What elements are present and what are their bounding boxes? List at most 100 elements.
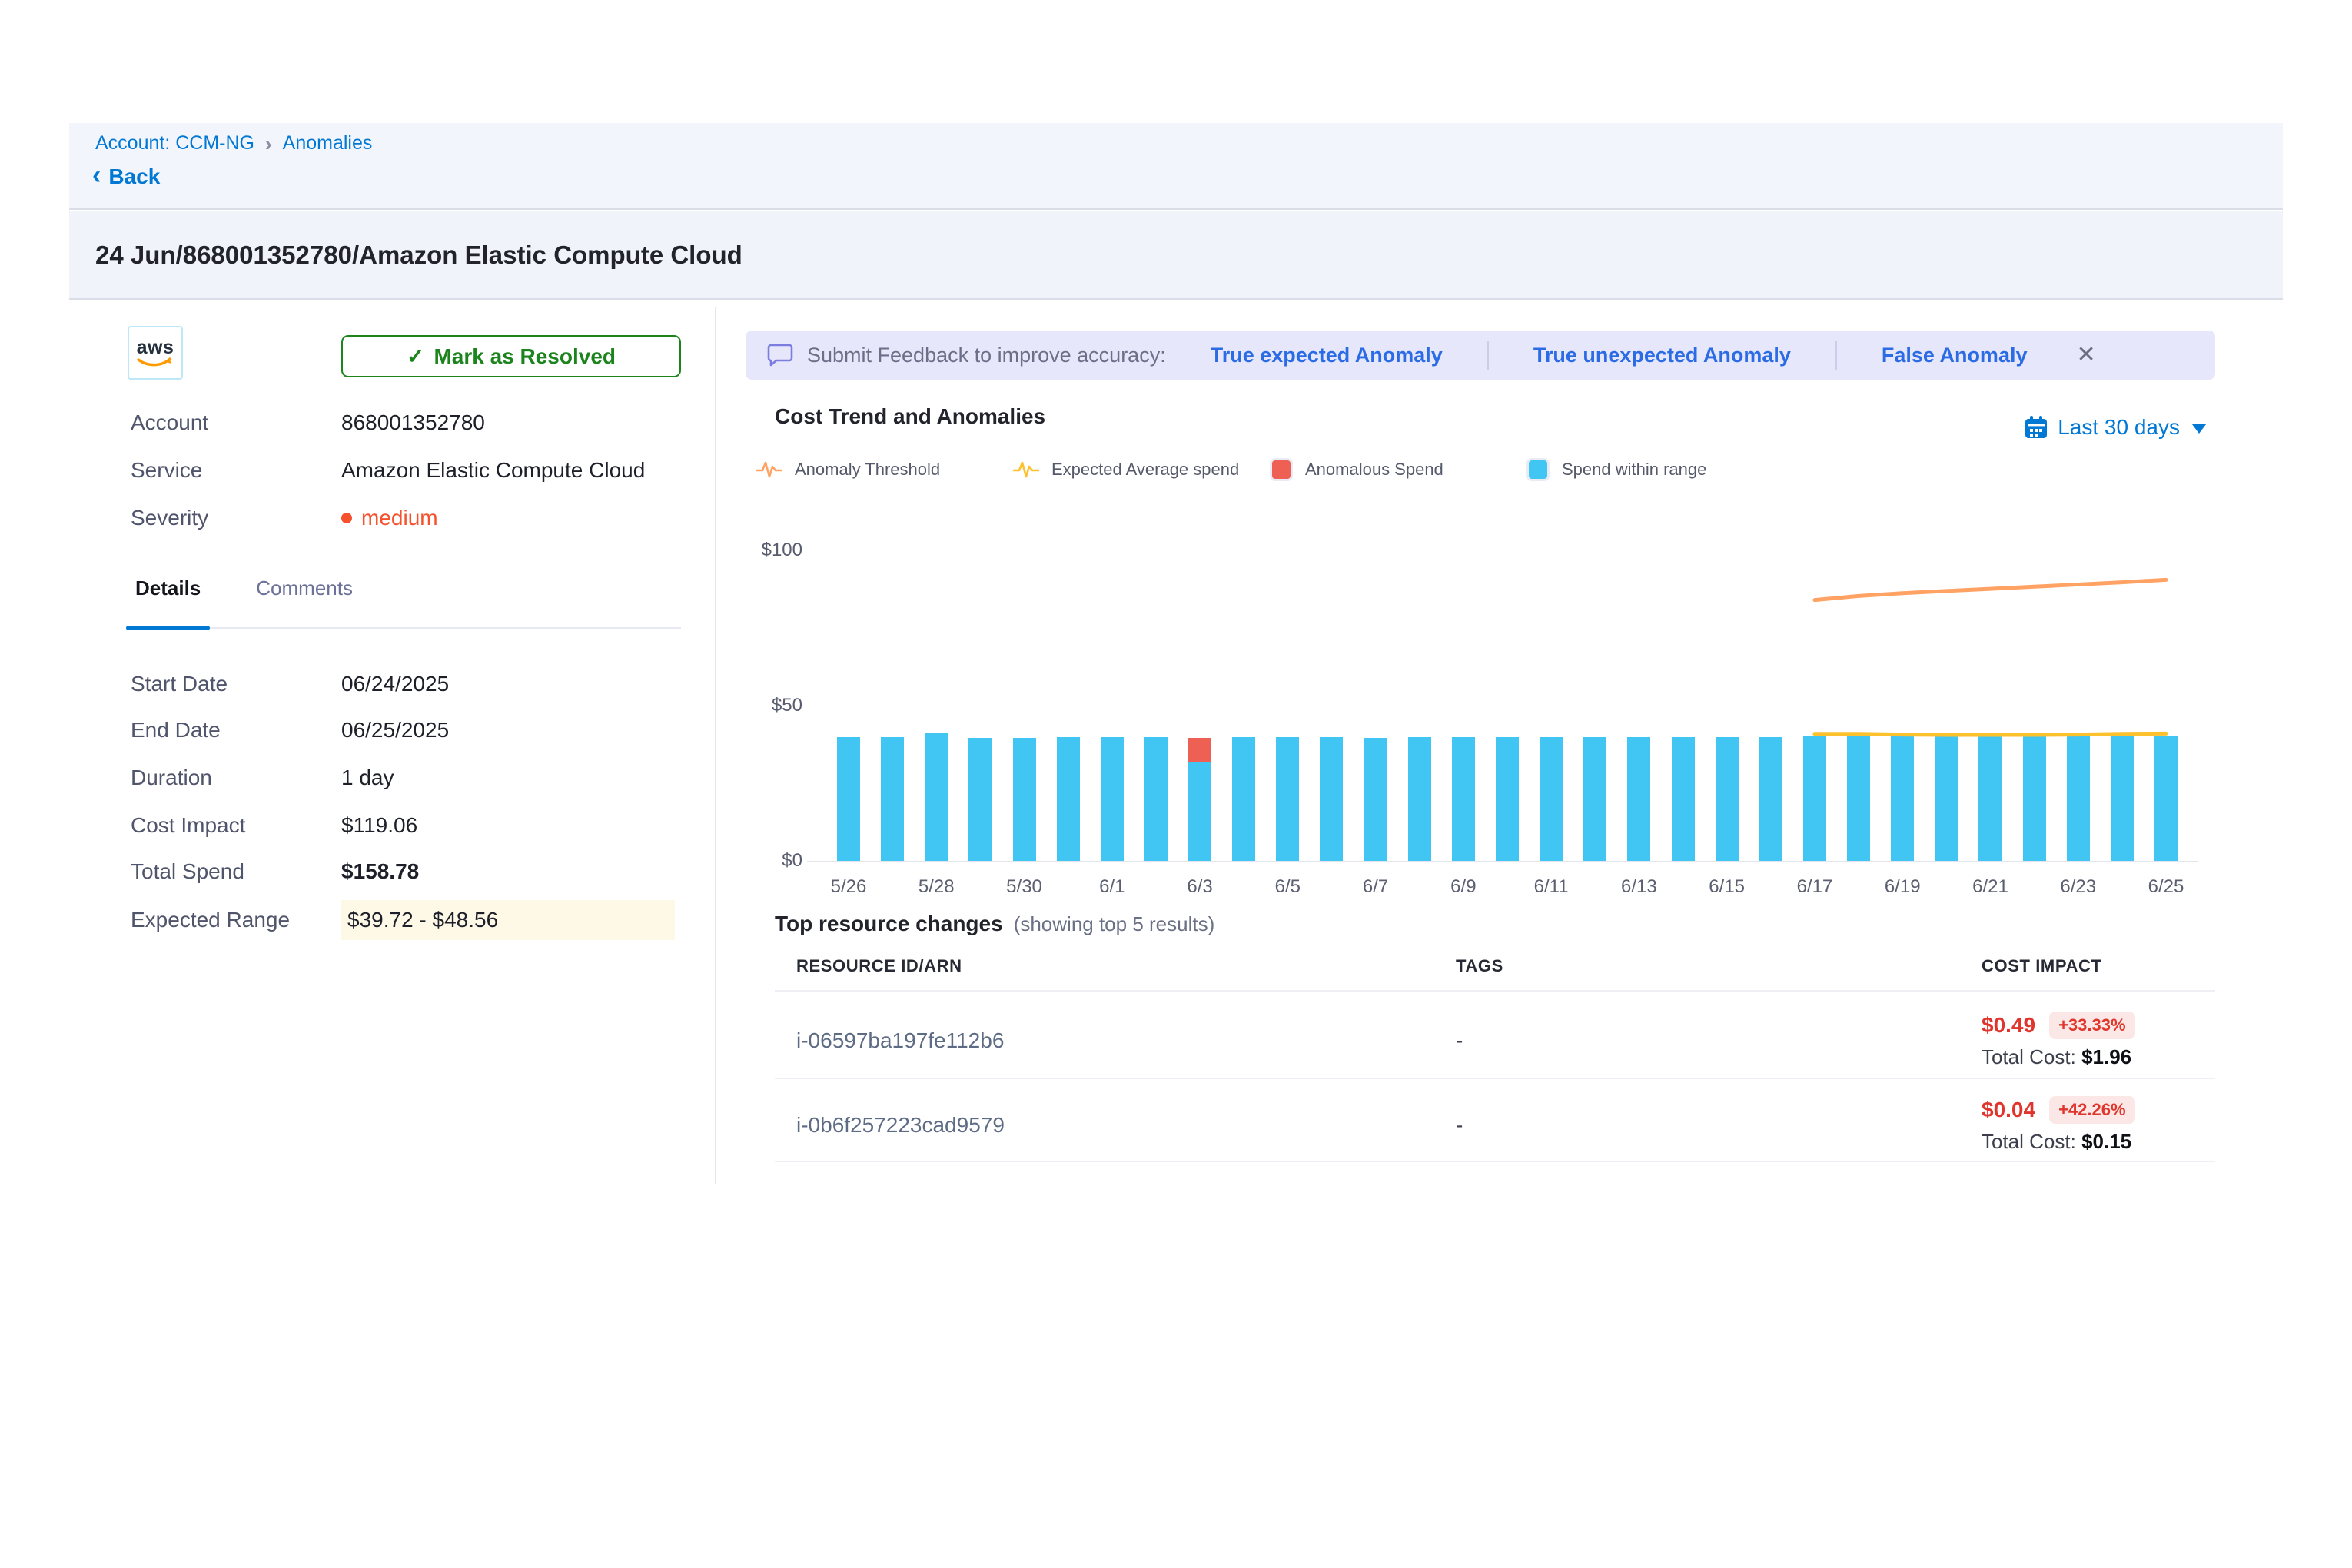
x-axis-label: 6/25	[2131, 876, 2201, 898]
tab-comments[interactable]: Comments	[251, 572, 357, 627]
y-axis-label: $50	[753, 695, 802, 716]
breadcrumb-account-link[interactable]: Account: CCM-NG	[95, 132, 254, 154]
legend-spend-within-range: Spend within range	[1526, 458, 1783, 481]
cost-impact-value: $0.49	[1982, 1013, 2035, 1038]
legend-anomalous-spend: Anomalous Spend	[1270, 458, 1526, 481]
x-axis-label: 5/26	[814, 876, 883, 898]
service-value: Amazon Elastic Compute Cloud	[341, 458, 645, 483]
aws-provider-logo: aws	[128, 326, 183, 380]
feedback-divider	[1487, 341, 1489, 370]
chart-bar	[1276, 737, 1299, 861]
duration-value: 1 day	[341, 766, 394, 790]
severity-dot-icon	[341, 513, 352, 523]
account-row: Account 868001352780	[131, 407, 699, 438]
aws-logo-text: aws	[137, 338, 174, 357]
x-axis-label: 5/28	[902, 876, 971, 898]
column-header-cost-impact: COST IMPACT	[1982, 956, 2102, 976]
breadcrumb-anomalies-link[interactable]: Anomalies	[283, 132, 373, 154]
chart-bar	[2111, 736, 2134, 861]
x-axis-line	[807, 861, 2198, 862]
chevron-left-icon: ‹	[92, 162, 101, 188]
chart-bar	[1935, 736, 1958, 861]
x-axis-label: 6/19	[1868, 876, 1937, 898]
x-axis-label: 6/15	[1693, 876, 1762, 898]
duration-label: Duration	[131, 766, 341, 790]
start-date-label: Start Date	[131, 672, 341, 696]
check-icon: ✓	[407, 344, 424, 369]
chart-bar	[1540, 737, 1563, 861]
table-row: i-06597ba197fe112b6 - $0.49 +33.33% Tota…	[775, 993, 2215, 1079]
x-axis-label: 6/13	[1604, 876, 1673, 898]
legend-anomaly-threshold: Anomaly Threshold	[756, 459, 1013, 480]
chart-bar	[1452, 737, 1475, 861]
total-spend-value: $158.78	[341, 859, 419, 884]
panel-divider	[715, 307, 716, 1184]
date-range-dropdown[interactable]: Last 30 days	[2024, 415, 2206, 440]
expected-range-label: Expected Range	[131, 908, 341, 932]
chart-bar	[1759, 737, 1782, 861]
chart-bar	[968, 738, 992, 861]
page-title: 24 Jun/868001352780/Amazon Elastic Compu…	[95, 241, 742, 270]
chart-bar	[1496, 737, 1519, 861]
back-button[interactable]: ‹ Back	[92, 164, 160, 189]
y-axis-label: $100	[753, 540, 802, 561]
change-percent-badge: +42.26%	[2049, 1096, 2134, 1124]
expected-range-value: $39.72 - $48.56	[341, 900, 675, 940]
feedback-false-anomaly[interactable]: False Anomaly	[1882, 344, 2028, 367]
x-axis-label: 6/7	[1341, 876, 1410, 898]
chart-bar	[1716, 737, 1739, 861]
x-axis-label: 6/9	[1429, 876, 1498, 898]
resource-id-link[interactable]: i-0b6f257223cad9579	[796, 1113, 1005, 1138]
chart-bar	[1627, 737, 1650, 861]
feedback-true-unexpected[interactable]: True unexpected Anomaly	[1533, 344, 1791, 367]
expected-range-row: Expected Range $39.72 - $48.56	[131, 899, 699, 941]
table-row: i-0b6f257223cad9579 - $0.04 +42.26% Tota…	[775, 1079, 2215, 1162]
x-axis-label: 5/30	[990, 876, 1059, 898]
mark-as-resolved-button[interactable]: ✓ Mark as Resolved	[341, 335, 681, 377]
expected-average-line	[1815, 733, 2166, 735]
chart-bar	[1978, 736, 2002, 861]
resource-id-link[interactable]: i-06597ba197fe112b6	[796, 1028, 1004, 1053]
total-spend-row: Total Spend $158.78	[131, 856, 699, 887]
pulse-line-icon	[756, 459, 782, 480]
account-value: 868001352780	[341, 410, 485, 435]
feedback-bar: Submit Feedback to improve accuracy: Tru…	[746, 331, 2215, 380]
cost-impact-cell: $0.49 +33.33% Total Cost: $1.96	[1982, 1012, 2135, 1069]
total-cost-label: Total Cost:	[1982, 1045, 2076, 1068]
legend-label: Anomaly Threshold	[795, 460, 940, 480]
chart-bar-anomalous-segment	[1188, 738, 1211, 762]
chevron-right-icon: ›	[265, 134, 272, 154]
cost-impact-cell: $0.04 +42.26% Total Cost: $0.15	[1982, 1096, 2135, 1154]
tab-details[interactable]: Details	[131, 572, 205, 627]
x-axis-label: 6/5	[1253, 876, 1322, 898]
mark-as-resolved-label: Mark as Resolved	[434, 344, 616, 369]
chart-bar	[1672, 737, 1695, 861]
total-spend-label: Total Spend	[131, 859, 341, 884]
start-date-value: 06/24/2025	[341, 672, 449, 696]
severity-label: Severity	[131, 506, 341, 530]
x-axis-label: 6/1	[1078, 876, 1147, 898]
back-label: Back	[108, 164, 160, 189]
chart-bar	[1057, 737, 1080, 861]
total-cost-value: $1.96	[2081, 1045, 2131, 1068]
change-percent-badge: +33.33%	[2049, 1012, 2134, 1039]
resource-table-subtitle: (showing top 5 results)	[1014, 912, 1215, 936]
legend-label: Spend within range	[1562, 460, 1706, 480]
chart-bar	[1847, 736, 1870, 861]
chart-bar	[1408, 737, 1431, 861]
column-header-resource-id: RESOURCE ID/ARN	[796, 956, 962, 976]
chart-bar	[1891, 736, 1914, 861]
chart-bar	[1232, 737, 1255, 861]
aws-smile-icon	[137, 357, 174, 368]
start-date-row: Start Date 06/24/2025	[131, 669, 699, 699]
y-axis-label: $0	[753, 850, 802, 872]
chart-bar	[1013, 738, 1036, 861]
feedback-true-expected[interactable]: True expected Anomaly	[1211, 344, 1443, 367]
tags-value: -	[1456, 1028, 1463, 1053]
resource-table-title-text: Top resource changes	[775, 912, 1003, 936]
close-icon[interactable]: ✕	[2076, 344, 2095, 367]
column-header-tags: TAGS	[1456, 956, 1503, 976]
service-row: Service Amazon Elastic Compute Cloud	[131, 455, 699, 486]
total-cost-label: Total Cost:	[1982, 1130, 2076, 1153]
cost-impact-value: $119.06	[341, 813, 417, 838]
